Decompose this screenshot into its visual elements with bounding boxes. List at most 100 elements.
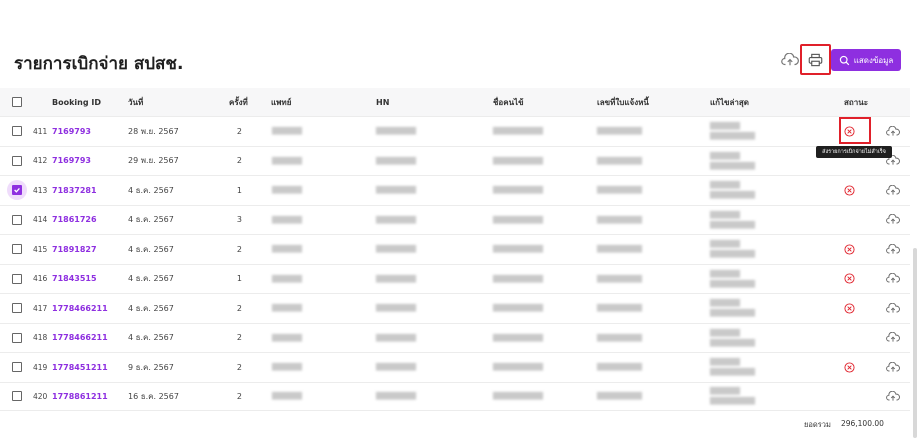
row-date: 16 ธ.ค. 2567 <box>128 391 179 401</box>
booking-id-link[interactable]: 1778466211 <box>52 324 108 353</box>
booking-id-text[interactable]: 71891827 <box>52 245 97 254</box>
cloud-upload-icon[interactable] <box>886 332 900 343</box>
row-user-name-redacted: ██████████ <box>493 304 543 313</box>
check-icon <box>14 188 20 193</box>
x-circle-icon[interactable] <box>844 273 855 284</box>
booking-id-link[interactable]: 71891827 <box>52 235 97 264</box>
header-hn[interactable]: HN <box>376 88 389 116</box>
booking-id-text[interactable]: 1778466211 <box>52 304 108 313</box>
booking-id-text[interactable]: 71837281 <box>52 186 97 195</box>
row-number: 415 <box>33 244 48 254</box>
booking-id-text[interactable]: 7169793 <box>52 127 91 136</box>
header-last-edited[interactable]: แก้ไขล่าสุด <box>710 88 749 116</box>
header-date[interactable]: วันที่ <box>128 88 143 116</box>
row-checkbox-cell[interactable] <box>12 353 26 382</box>
header-user-name[interactable]: ชื่อคนไข้ <box>493 88 524 116</box>
x-circle-icon[interactable] <box>844 303 855 314</box>
table-row: 411 7169793 28 พ.ย. 2567 2 ██████ ██████… <box>0 116 910 146</box>
row-checkbox[interactable] <box>12 391 22 402</box>
cloud-upload-icon[interactable] <box>886 390 900 402</box>
cloud-upload-icon[interactable] <box>886 273 900 284</box>
cloud-upload-icon[interactable] <box>886 125 900 137</box>
show-data-button[interactable]: แสดงข้อมูล <box>831 49 901 71</box>
cloud-upload-icon[interactable] <box>781 53 799 67</box>
row-upload-cell[interactable] <box>886 206 900 235</box>
row-upload-cell[interactable] <box>886 265 900 294</box>
booking-id-link[interactable]: 1778451211 <box>52 353 108 382</box>
x-circle-icon[interactable] <box>844 362 855 373</box>
select-all-checkbox[interactable] <box>12 97 22 107</box>
row-times: 2 <box>236 303 242 313</box>
row-checkbox-cell[interactable] <box>12 294 26 323</box>
table-row: 418 1778466211 4 ธ.ค. 2567 2 ██████ ████… <box>0 322 910 353</box>
row-checkbox-cell[interactable] <box>12 117 26 146</box>
row-upload-cell[interactable] <box>886 324 900 353</box>
row-checkbox[interactable] <box>12 185 22 196</box>
row-status <box>844 294 855 323</box>
x-circle-icon[interactable] <box>844 185 855 196</box>
row-checkbox-cell[interactable] <box>12 265 26 294</box>
row-invoice-redacted: █████████ <box>597 274 642 283</box>
header-invoice-no[interactable]: เลขที่ใบแจ้งหนี้ <box>597 88 649 116</box>
booking-id-text[interactable]: 1778451211 <box>52 363 108 372</box>
row-checkbox[interactable] <box>12 244 22 255</box>
booking-id-link[interactable]: 1778861211 <box>52 383 108 411</box>
row-checkbox[interactable] <box>12 155 22 166</box>
print-button[interactable] <box>800 44 831 75</box>
booking-id-link[interactable]: 71843515 <box>52 265 97 294</box>
cloud-upload-icon[interactable] <box>886 361 900 373</box>
header-booking-id[interactable]: Booking ID <box>52 88 101 116</box>
row-doctor-redacted: ██████ <box>272 304 302 313</box>
row-checkbox-cell[interactable] <box>7 176 27 205</box>
booking-id-link[interactable]: 7169793 <box>52 147 91 176</box>
row-checkbox-cell[interactable] <box>12 235 26 264</box>
header-times[interactable]: ครั้งที่ <box>229 88 251 116</box>
row-checkbox[interactable] <box>12 332 22 343</box>
row-checkbox[interactable] <box>12 273 22 284</box>
x-circle-icon[interactable] <box>844 244 855 255</box>
row-invoice-redacted: █████████ <box>597 363 642 372</box>
row-hn-redacted: ████████ <box>376 333 416 342</box>
row-upload-cell[interactable] <box>886 117 900 146</box>
row-checkbox-cell[interactable] <box>12 147 26 176</box>
row-times: 2 <box>236 362 242 372</box>
row-number: 413 <box>33 185 48 195</box>
booking-id-link[interactable]: 7169793 <box>52 117 91 146</box>
cloud-upload-icon[interactable] <box>886 243 900 255</box>
select-all-checkbox-cell[interactable] <box>12 88 26 116</box>
row-hn-redacted: ████████ <box>376 215 416 224</box>
booking-id-text[interactable]: 7169793 <box>52 156 91 165</box>
cloud-upload-icon[interactable] <box>886 302 900 314</box>
row-invoice-redacted: █████████ <box>597 392 642 401</box>
row-checkbox[interactable] <box>12 126 22 137</box>
booking-id-text[interactable]: 1778861211 <box>52 392 108 401</box>
vertical-scrollbar[interactable] <box>913 248 917 438</box>
cloud-upload-icon[interactable] <box>886 184 900 196</box>
row-checkbox-cell[interactable] <box>12 206 26 235</box>
page-title: รายการเบิกจ่าย สปสช. <box>14 54 184 74</box>
booking-id-link[interactable]: 1778466211 <box>52 294 108 323</box>
booking-id-link[interactable]: 71837281 <box>52 176 97 205</box>
row-doctor-redacted: ██████ <box>272 215 302 224</box>
row-upload-cell[interactable] <box>886 353 900 382</box>
booking-id-link[interactable]: 71861726 <box>52 206 97 235</box>
row-checkbox[interactable] <box>12 362 22 373</box>
row-invoice-redacted: █████████ <box>597 245 642 254</box>
row-upload-cell[interactable] <box>886 176 900 205</box>
booking-id-text[interactable]: 71843515 <box>52 274 97 283</box>
header-status[interactable]: สถานะ <box>844 88 868 116</box>
row-checkbox[interactable] <box>12 303 22 314</box>
row-hn-redacted: ████████ <box>376 245 416 254</box>
booking-id-text[interactable]: 1778466211 <box>52 333 108 342</box>
row-checkbox[interactable] <box>12 214 22 225</box>
header-doctor[interactable]: แพทย์ <box>271 88 291 116</box>
row-checkbox-cell[interactable] <box>12 383 26 411</box>
cloud-upload-icon[interactable] <box>886 214 900 225</box>
row-times: 1 <box>236 274 242 284</box>
search-icon <box>839 55 849 65</box>
row-upload-cell[interactable] <box>886 383 900 411</box>
row-checkbox-cell[interactable] <box>12 324 26 353</box>
booking-id-text[interactable]: 71861726 <box>52 215 97 224</box>
row-upload-cell[interactable] <box>886 235 900 264</box>
row-upload-cell[interactable] <box>886 294 900 323</box>
